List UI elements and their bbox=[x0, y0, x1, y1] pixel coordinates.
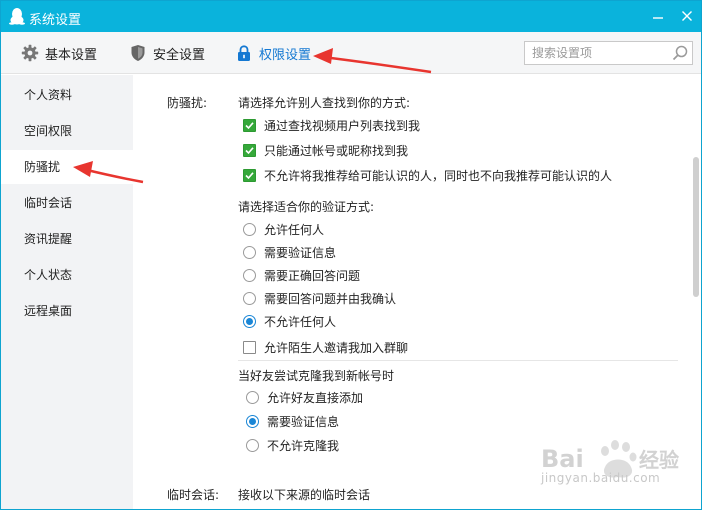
radio-button-selected[interactable] bbox=[246, 414, 259, 428]
clone-option-verify[interactable]: 需要验证信息 bbox=[246, 412, 339, 430]
radio-button-selected[interactable] bbox=[243, 314, 256, 328]
settings-window: 系统设置 基本设置 安全设置 权限设置 搜索设置项 个人资料 空间权限 防骚扰 … bbox=[0, 0, 702, 510]
option-label: 允许好友直接添加 bbox=[267, 390, 364, 405]
clone-option-deny[interactable]: 不允许克隆我 bbox=[246, 436, 339, 454]
checkbox-unchecked[interactable] bbox=[243, 340, 256, 354]
close-button[interactable] bbox=[676, 5, 698, 27]
divider bbox=[238, 360, 678, 361]
option-label: 允许任何人 bbox=[264, 222, 325, 237]
verify-option-answer-confirm[interactable]: 需要回答问题并由我确认 bbox=[243, 289, 396, 307]
title-bar[interactable]: 系统设置 bbox=[1, 1, 701, 32]
radio-button[interactable] bbox=[243, 291, 256, 305]
verify-option-anyone[interactable]: 允许任何人 bbox=[243, 220, 324, 238]
radio-button[interactable] bbox=[243, 268, 256, 282]
tab-label: 权限设置 bbox=[259, 47, 312, 63]
find-option-account-only[interactable]: 只能通过帐号或昵称找到我 bbox=[243, 141, 408, 159]
tab-label: 基本设置 bbox=[45, 47, 98, 63]
sidebar-item-profile[interactable]: 个人资料 bbox=[1, 78, 133, 112]
radio-button[interactable] bbox=[246, 390, 259, 404]
minimize-icon bbox=[653, 17, 663, 19]
baidu-watermark-logo: Bai 经验 bbox=[541, 440, 679, 478]
shield-icon bbox=[129, 44, 147, 62]
radio-button[interactable] bbox=[243, 222, 256, 236]
toolbar: 基本设置 安全设置 权限设置 bbox=[1, 32, 701, 74]
checkbox-checked[interactable] bbox=[243, 143, 256, 157]
option-label: 不允许任何人 bbox=[264, 314, 337, 329]
find-option-video-list[interactable]: 通过查找视频用户列表找到我 bbox=[243, 116, 420, 134]
option-label: 需要验证信息 bbox=[267, 414, 340, 429]
section-label-harass: 防骚扰: bbox=[167, 96, 208, 110]
close-icon bbox=[682, 11, 692, 21]
minimize-button[interactable] bbox=[647, 5, 669, 27]
verify-method-title: 请选择适合你的验证方式: bbox=[238, 200, 375, 214]
radio-button[interactable] bbox=[246, 438, 259, 452]
sidebar-item-temp-session[interactable]: 临时会话 bbox=[1, 186, 133, 220]
find-method-title: 请选择允许别人查找到你的方式: bbox=[238, 96, 411, 110]
checkbox-checked[interactable] bbox=[243, 118, 256, 132]
svg-text:经验: 经验 bbox=[639, 448, 679, 472]
sidebar-item-remote-desktop[interactable]: 远程桌面 bbox=[1, 294, 133, 328]
window-title: 系统设置 bbox=[29, 13, 82, 28]
search-input[interactable] bbox=[525, 42, 665, 64]
tab-label: 安全设置 bbox=[153, 47, 206, 63]
sidebar-item-anti-harassment[interactable]: 防骚扰 bbox=[1, 150, 133, 184]
checkbox-checked[interactable] bbox=[243, 168, 256, 182]
verify-option-nobody[interactable]: 不允许任何人 bbox=[243, 312, 336, 330]
temp-session-title: 接收以下来源的临时会话 bbox=[238, 488, 371, 502]
sidebar: 个人资料 空间权限 防骚扰 临时会话 资讯提醒 个人状态 远程桌面 bbox=[1, 75, 133, 509]
penguin-icon bbox=[9, 7, 25, 25]
tab-security-settings[interactable]: 安全设置 bbox=[129, 32, 205, 74]
option-label: 需要回答问题并由我确认 bbox=[264, 291, 397, 306]
option-label: 需要正确回答问题 bbox=[264, 268, 361, 283]
sidebar-item-space-permission[interactable]: 空间权限 bbox=[1, 114, 133, 148]
find-option-no-recommend[interactable]: 不允许将我推荐给可能认识的人，同时也不向我推荐可能认识的人 bbox=[243, 166, 612, 184]
option-label: 需要验证信息 bbox=[264, 245, 337, 260]
lock-icon bbox=[235, 44, 253, 62]
clone-title: 当好友尝试克隆我到新帐号时 bbox=[238, 369, 395, 383]
watermark-url: jingyan.baidu.com bbox=[541, 471, 661, 485]
gear-icon bbox=[21, 44, 39, 62]
radio-button[interactable] bbox=[243, 245, 256, 259]
group-invite-option[interactable]: 允许陌生人邀请我加入群聊 bbox=[243, 338, 408, 356]
sidebar-item-news-reminder[interactable]: 资讯提醒 bbox=[1, 222, 133, 256]
option-label: 不允许将我推荐给可能认识的人，同时也不向我推荐可能认识的人 bbox=[264, 168, 613, 183]
verify-option-message[interactable]: 需要验证信息 bbox=[243, 243, 336, 261]
search-box bbox=[524, 41, 693, 65]
vertical-scrollbar[interactable] bbox=[693, 157, 699, 297]
svg-text:Bai: Bai bbox=[541, 445, 584, 473]
option-label: 不允许克隆我 bbox=[267, 438, 340, 453]
option-label: 通过查找视频用户列表找到我 bbox=[264, 118, 421, 133]
option-label: 允许陌生人邀请我加入群聊 bbox=[264, 340, 409, 355]
section-label-temp: 临时会话: bbox=[167, 488, 220, 502]
option-label: 只能通过帐号或昵称找到我 bbox=[264, 143, 409, 158]
tab-basic-settings[interactable]: 基本设置 bbox=[21, 32, 97, 74]
tab-permission-settings[interactable]: 权限设置 bbox=[235, 32, 311, 74]
clone-option-allow[interactable]: 允许好友直接添加 bbox=[246, 388, 363, 406]
search-icon[interactable] bbox=[672, 45, 688, 61]
verify-option-answer[interactable]: 需要正确回答问题 bbox=[243, 266, 360, 284]
sidebar-item-status[interactable]: 个人状态 bbox=[1, 258, 133, 292]
